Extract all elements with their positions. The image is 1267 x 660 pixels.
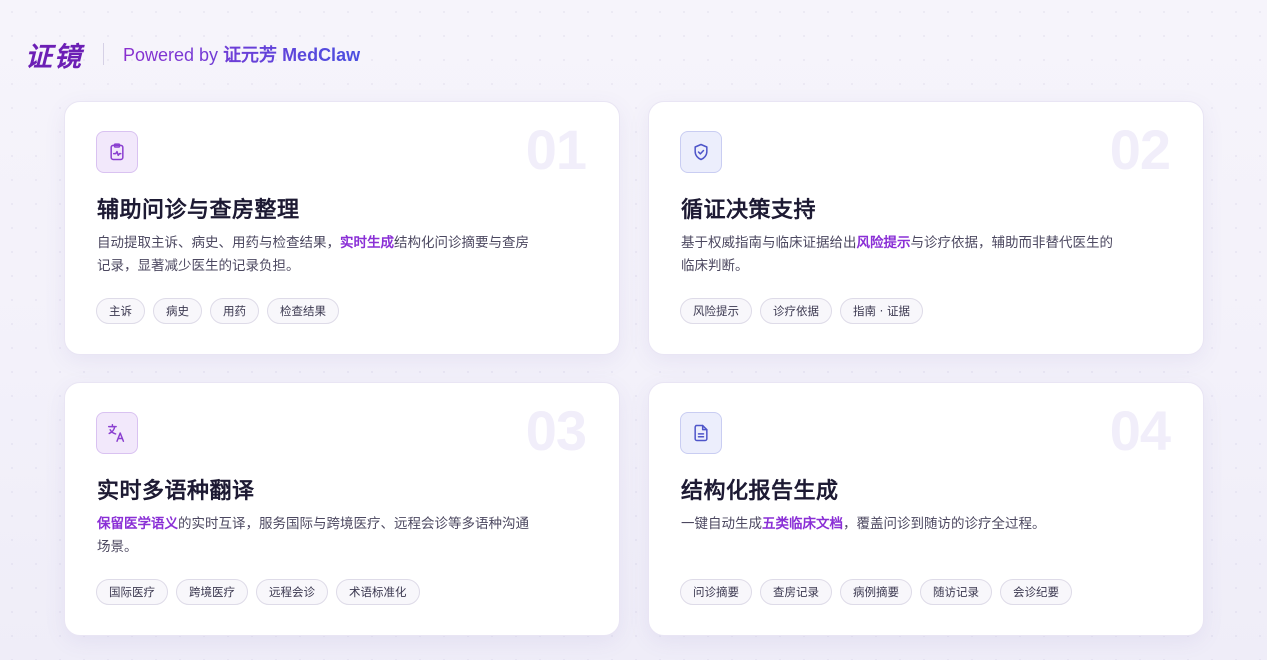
feature-card-report: 04 结构化报告生成 一键自动生成五类临床文档，覆盖问诊到随访的诊疗全过程。 问… — [648, 382, 1204, 636]
desc-highlight: 保留医学语义 — [97, 516, 178, 532]
tag-list: 问诊摘要 查房记录 病例摘要 随访记录 会诊纪要 — [680, 579, 1072, 605]
tag: 跨境医疗 — [176, 579, 248, 605]
card-number: 04 — [1109, 399, 1171, 462]
tag-list: 风险提示 诊疗依据 指南 · 证据 — [680, 298, 923, 324]
feature-card-consultation: 01 辅助问诊与查房整理 自动提取主诉、病史、用药与检查结果，实时生成结构化问诊… — [64, 101, 620, 355]
tag: 随访记录 — [920, 579, 992, 605]
tag: 风险提示 — [680, 298, 752, 324]
feature-card-translation: 03 实时多语种翻译 保留医学语义的实时互译，服务国际与跨境医疗、远程会诊等多语… — [64, 382, 620, 636]
tag: 术语标准化 — [336, 579, 420, 605]
feature-card-evidence: 02 循证决策支持 基于权威指南与临床证据给出风险提示与诊疗依据，辅助而非替代医… — [648, 101, 1204, 355]
card-title: 循证决策支持 — [681, 198, 817, 223]
tag: 远程会诊 — [256, 579, 328, 605]
tag: 诊疗依据 — [760, 298, 832, 324]
powered-prefix: Powered by — [123, 45, 224, 65]
document-text-icon — [680, 412, 722, 454]
card-title: 结构化报告生成 — [681, 479, 839, 504]
tag: 检查结果 — [267, 298, 339, 324]
desc-highlight: 实时生成 — [340, 235, 394, 251]
desc-text: ，覆盖问诊到随访的诊疗全过程。 — [843, 516, 1046, 532]
tag: 主诉 — [96, 298, 145, 324]
tag: 问诊摘要 — [680, 579, 752, 605]
desc-text: 基于权威指南与临床证据给出 — [681, 235, 857, 251]
card-number: 02 — [1109, 118, 1171, 181]
tag: 用药 — [210, 298, 259, 324]
shield-check-icon — [680, 131, 722, 173]
card-description: 一键自动生成五类临床文档，覆盖问诊到随访的诊疗全过程。 — [681, 513, 1121, 536]
card-title: 辅助问诊与查房整理 — [97, 198, 300, 223]
powered-by-text: Powered by 证元芳 MedClaw — [123, 41, 360, 67]
tag-list: 国际医疗 跨境医疗 远程会诊 术语标准化 — [96, 579, 420, 605]
tag-list: 主诉 病史 用药 检查结果 — [96, 298, 339, 324]
card-number: 03 — [525, 399, 587, 462]
desc-text: 自动提取主诉、病史、用药与检查结果， — [97, 235, 340, 251]
tag: 会诊纪要 — [1000, 579, 1072, 605]
card-number: 01 — [525, 118, 587, 181]
tag: 病史 — [153, 298, 202, 324]
powered-brand: 证元芳 MedClaw — [223, 45, 361, 65]
tag: 指南 · 证据 — [840, 298, 923, 324]
desc-highlight: 风险提示 — [856, 235, 911, 251]
desc-text: 一键自动生成 — [681, 516, 762, 532]
logo: 证镜 — [25, 41, 83, 73]
card-title: 实时多语种翻译 — [97, 479, 255, 504]
card-description: 基于权威指南与临床证据给出风险提示与诊疗依据，辅助而非替代医生的临床判断。 — [681, 232, 1121, 278]
translate-icon — [96, 412, 138, 454]
header-divider — [103, 43, 104, 65]
clipboard-pulse-icon — [96, 131, 138, 173]
card-description: 自动提取主诉、病史、用药与检查结果，实时生成结构化问诊摘要与查房记录，显著减少医… — [97, 232, 537, 278]
tag: 国际医疗 — [96, 579, 168, 605]
tag: 病例摘要 — [840, 579, 912, 605]
header: 证镜 Powered by 证元芳 MedClaw — [25, 36, 360, 73]
desc-highlight: 五类临床文档 — [762, 516, 843, 532]
tag: 查房记录 — [760, 579, 832, 605]
card-description: 保留医学语义的实时互译，服务国际与跨境医疗、远程会诊等多语种沟通场景。 — [97, 513, 537, 559]
